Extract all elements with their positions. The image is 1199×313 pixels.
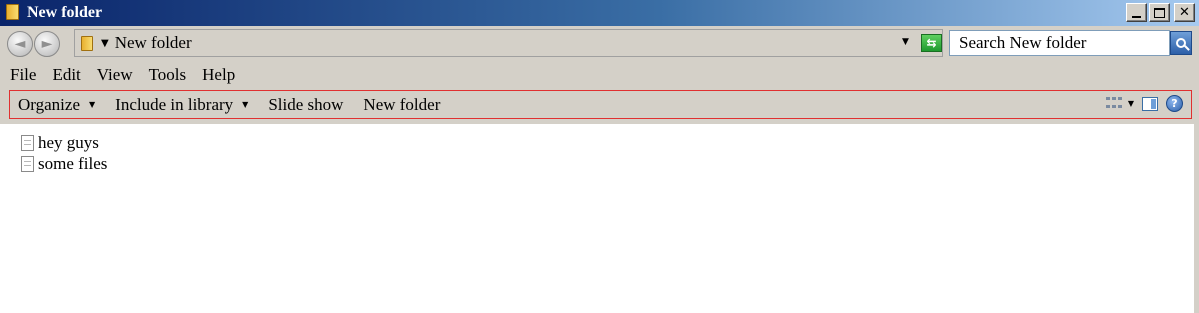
close-icon: ✕ bbox=[1179, 5, 1190, 20]
breadcrumb-current[interactable]: New folder bbox=[115, 33, 192, 53]
title-bar[interactable]: New folder ✕ bbox=[0, 0, 1199, 26]
file-name: hey guys bbox=[38, 132, 99, 152]
new-folder-button[interactable]: New folder bbox=[353, 95, 450, 115]
organize-button[interactable]: Organize ▼ bbox=[10, 95, 105, 115]
maximize-button[interactable] bbox=[1149, 3, 1170, 22]
close-button[interactable]: ✕ bbox=[1174, 3, 1195, 22]
refresh-button[interactable]: ⇆ bbox=[921, 34, 942, 52]
breadcrumb-dropdown-icon[interactable]: ▼ bbox=[101, 38, 109, 49]
menu-view[interactable]: View bbox=[89, 63, 141, 87]
file-list: hey guys some files bbox=[21, 132, 107, 174]
back-arrow-icon: ◄ bbox=[14, 36, 26, 52]
include-in-library-label: Include in library bbox=[115, 94, 234, 114]
list-item[interactable]: some files bbox=[21, 153, 107, 174]
view-options-chevron-icon[interactable]: ▼ bbox=[1128, 99, 1134, 108]
back-button[interactable]: ◄ bbox=[7, 31, 33, 57]
address-history-dropdown-icon[interactable]: ▼ bbox=[902, 37, 909, 47]
list-item[interactable]: hey guys bbox=[21, 132, 107, 153]
file-list-area[interactable]: hey guys some files bbox=[0, 124, 1199, 313]
preview-pane-icon[interactable] bbox=[1142, 96, 1158, 111]
minimize-icon bbox=[1132, 15, 1141, 18]
address-bar[interactable]: ▼ New folder bbox=[74, 29, 943, 57]
view-tools: ▼ ? bbox=[1105, 95, 1183, 112]
refresh-icon: ⇆ bbox=[926, 36, 937, 50]
window-title: New folder bbox=[27, 4, 103, 21]
new-folder-label: New folder bbox=[363, 94, 441, 114]
slide-show-label: Slide show bbox=[268, 94, 344, 114]
window-controls: ✕ bbox=[1126, 3, 1195, 22]
slide-show-button[interactable]: Slide show bbox=[258, 95, 353, 115]
chevron-down-icon: ▼ bbox=[242, 100, 249, 109]
menu-bar: File Edit View Tools Help bbox=[0, 63, 1199, 87]
menu-tools[interactable]: Tools bbox=[141, 63, 195, 87]
search-icon bbox=[1176, 38, 1186, 48]
forward-button[interactable]: ► bbox=[34, 31, 60, 57]
text-file-icon bbox=[21, 134, 34, 151]
minimize-button[interactable] bbox=[1126, 3, 1147, 22]
include-in-library-button[interactable]: Include in library ▼ bbox=[105, 95, 258, 115]
maximize-icon bbox=[1154, 7, 1165, 18]
folder-icon bbox=[81, 35, 93, 51]
menu-help[interactable]: Help bbox=[194, 63, 243, 87]
menu-file[interactable]: File bbox=[0, 63, 44, 87]
text-file-icon bbox=[21, 155, 34, 172]
command-bar: Organize ▼ Include in library ▼ Slide sh… bbox=[9, 90, 1192, 119]
window-border bbox=[1194, 26, 1199, 313]
forward-arrow-icon: ► bbox=[41, 36, 53, 52]
file-name: some files bbox=[38, 153, 108, 173]
search-button[interactable] bbox=[1170, 31, 1192, 55]
organize-label: Organize bbox=[18, 94, 80, 114]
chevron-down-icon: ▼ bbox=[89, 100, 96, 109]
search-placeholder: Search New folder bbox=[959, 33, 1087, 52]
help-icon[interactable]: ? bbox=[1166, 95, 1183, 112]
folder-icon bbox=[6, 4, 22, 22]
change-view-icon[interactable] bbox=[1105, 96, 1122, 111]
menu-edit[interactable]: Edit bbox=[44, 63, 88, 87]
search-input[interactable]: Search New folder bbox=[949, 30, 1170, 56]
